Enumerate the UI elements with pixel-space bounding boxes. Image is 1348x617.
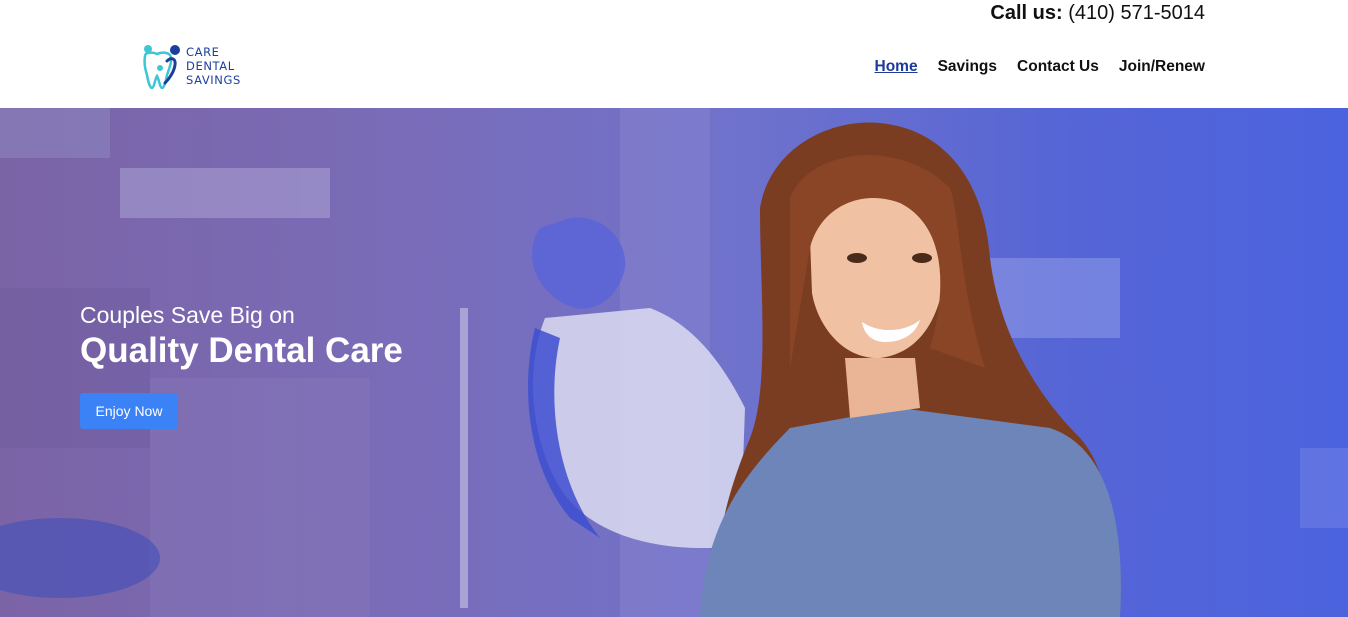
tooth-family-icon — [143, 45, 180, 90]
hero-title: Quality Dental Care — [80, 331, 403, 370]
logo-text: CARE DENTAL SAVINGS — [186, 45, 241, 87]
logo-line-care: CARE — [186, 45, 220, 59]
call-us-label: Call us: — [990, 2, 1063, 24]
site-header: Call us: (410) 571-5014 CARE DENTAL SAVI… — [0, 0, 1348, 108]
enjoy-now-button[interactable]: Enjoy Now — [80, 393, 178, 429]
call-us: Call us: (410) 571-5014 — [990, 0, 1205, 26]
nav-join-renew[interactable]: Join/Renew — [1119, 57, 1205, 77]
nav-contact-us[interactable]: Contact Us — [1017, 57, 1099, 77]
nav-savings[interactable]: Savings — [938, 57, 997, 77]
call-us-number[interactable]: (410) 571-5014 — [1068, 2, 1205, 24]
site-logo[interactable]: CARE DENTAL SAVINGS — [143, 43, 253, 90]
hero-copy: Couples Save Big on Quality Dental Care — [80, 300, 403, 372]
main-nav: Home Savings Contact Us Join/Renew — [875, 57, 1206, 77]
hero-subtitle: Couples Save Big on — [80, 302, 295, 328]
logo-line-dental: DENTAL — [186, 59, 235, 73]
hero-banner: Couples Save Big on Quality Dental Care … — [0, 108, 1348, 617]
nav-home[interactable]: Home — [875, 57, 918, 77]
logo-line-savings: SAVINGS — [186, 73, 241, 87]
